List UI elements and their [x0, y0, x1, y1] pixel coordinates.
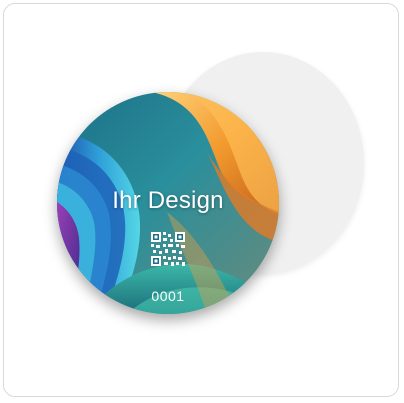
serial-number: 0001: [151, 288, 185, 304]
product-image-card[interactable]: Ihr Design 0001: [3, 3, 399, 397]
design-placeholder-text: Ihr Design: [112, 187, 224, 214]
qr-code-icon: [151, 232, 185, 266]
sticker-front-side: Ihr Design 0001: [57, 92, 279, 314]
